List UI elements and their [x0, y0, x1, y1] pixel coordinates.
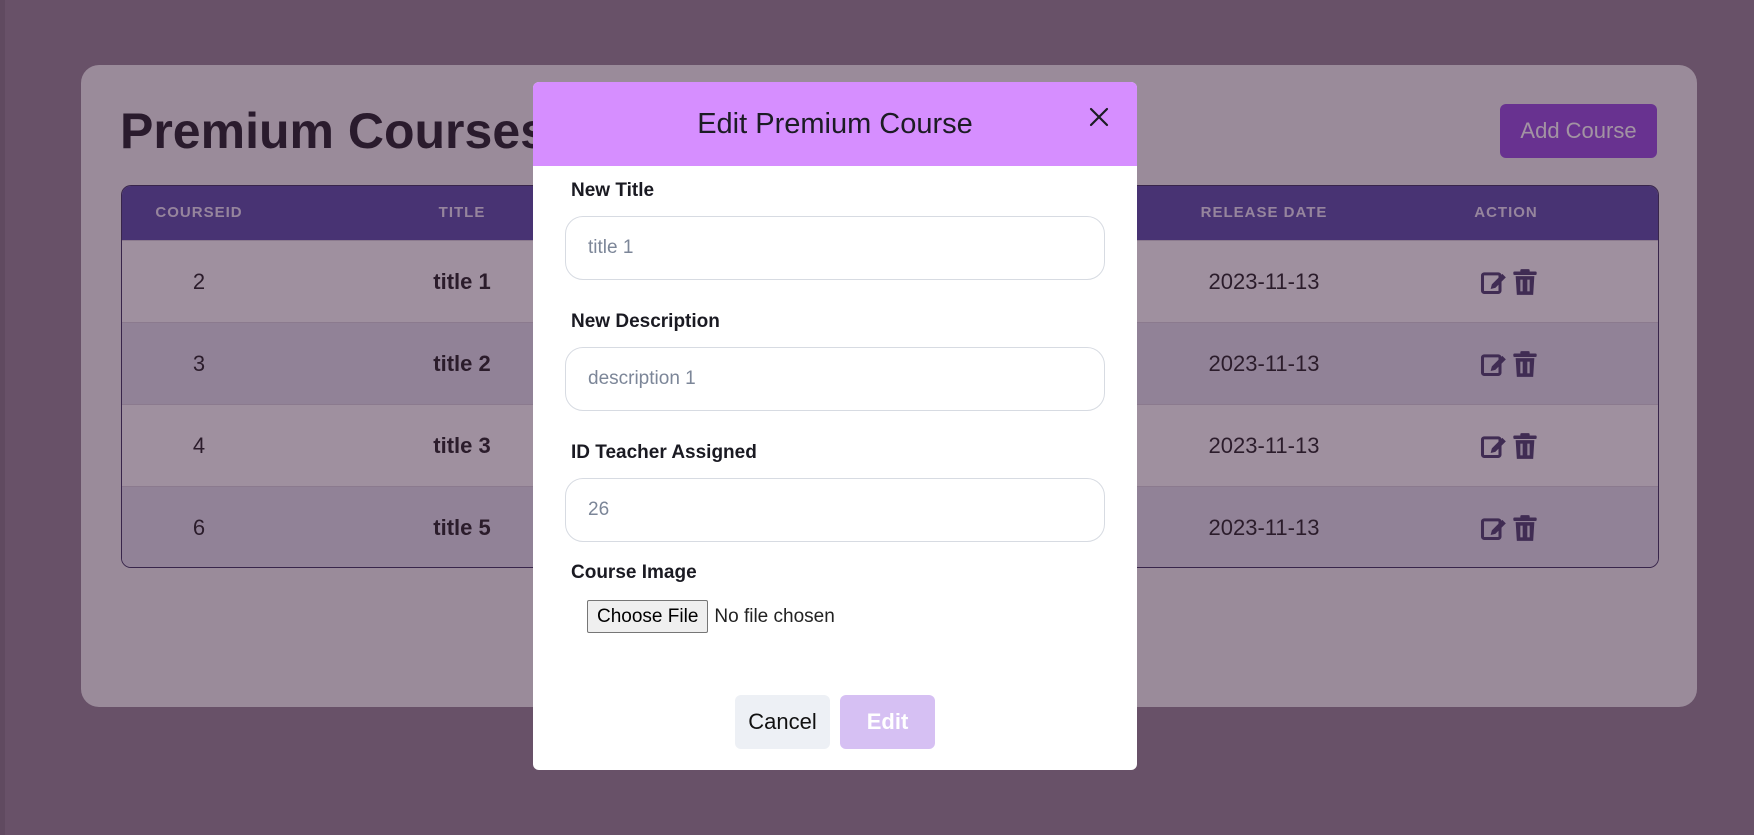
- course-image-file-input: Choose File No file chosen: [587, 600, 835, 634]
- close-button[interactable]: [1086, 104, 1112, 130]
- close-icon: [1089, 107, 1109, 127]
- cancel-button[interactable]: Cancel: [735, 695, 830, 749]
- new-description-input[interactable]: [565, 347, 1105, 411]
- edit-button[interactable]: Edit: [840, 695, 935, 749]
- choose-file-button[interactable]: Choose File: [587, 600, 709, 633]
- new-description-label: New Description: [571, 311, 720, 332]
- new-title-label: New Title: [571, 180, 655, 201]
- course-image-label: Course Image: [571, 562, 697, 583]
- teacher-id-label: ID Teacher Assigned: [571, 442, 757, 463]
- file-status: No file chosen: [714, 605, 835, 627]
- teacher-id-input[interactable]: [565, 478, 1105, 542]
- modal-title: Edit Premium Course: [697, 108, 973, 140]
- new-title-input[interactable]: [565, 216, 1105, 280]
- edit-course-modal: Edit Premium Course New Title New Descri…: [533, 82, 1137, 770]
- modal-header: Edit Premium Course: [533, 82, 1137, 166]
